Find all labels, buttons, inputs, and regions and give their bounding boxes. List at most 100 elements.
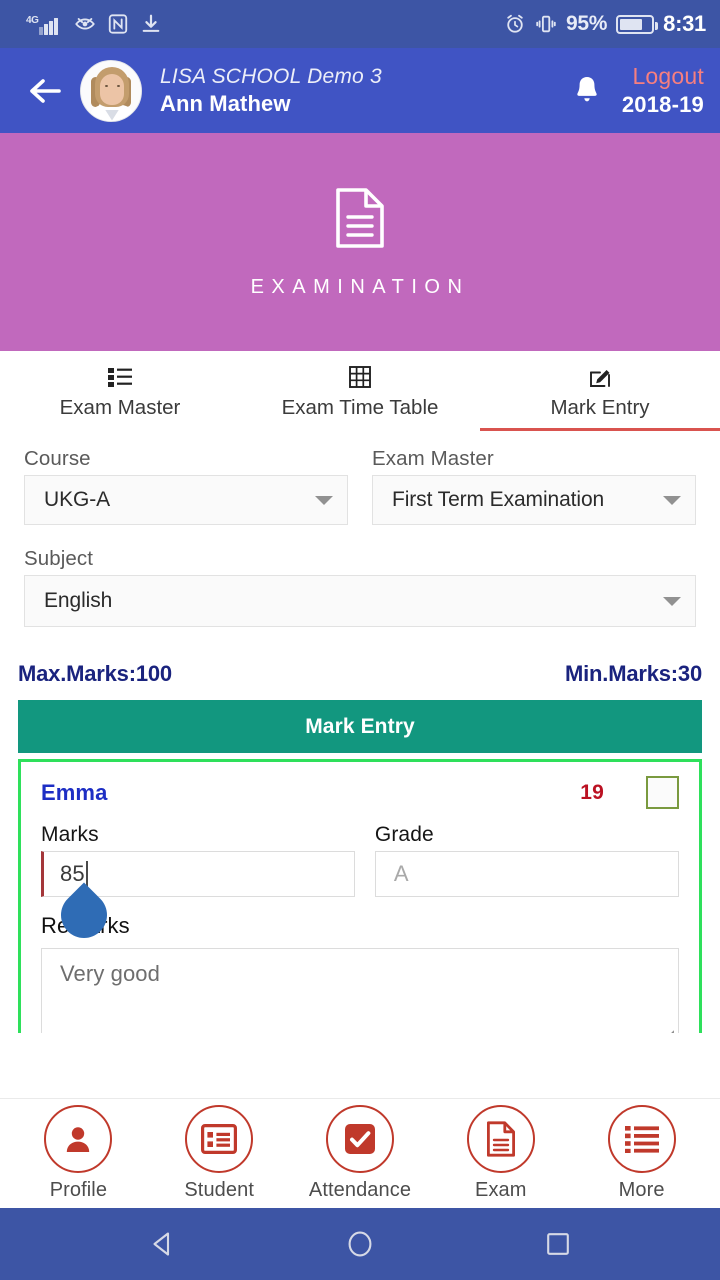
download-icon — [142, 14, 159, 32]
bottom-navigation: Profile Student Attendance Exam More — [0, 1098, 720, 1208]
back-arrow-icon — [30, 78, 61, 103]
android-back-button[interactable] — [142, 1224, 182, 1264]
status-bar: 4G 95% 8:31 — [0, 0, 720, 48]
list-lines-icon — [607, 1105, 676, 1173]
marks-label: Marks — [41, 823, 99, 846]
exam-master-label: Exam Master — [372, 447, 494, 470]
list-icon — [108, 366, 132, 388]
tab-mark-entry[interactable]: Mark Entry — [480, 351, 720, 431]
nav-item-attendance[interactable]: Attendance — [294, 1105, 426, 1202]
tab-label: Exam Master — [59, 396, 181, 419]
student-name: Emma — [41, 779, 108, 805]
nav-item-exam[interactable]: Exam — [435, 1105, 567, 1202]
student-card: Emma 19 Marks 85 Grade A Remarks Ve — [18, 759, 702, 1033]
tab-exam-time-table[interactable]: Exam Time Table — [240, 351, 480, 431]
header-right: Logout 2018-19 — [572, 63, 704, 118]
marks-grade-row: Marks 85 Grade A — [41, 823, 679, 948]
exam-master-field: Exam Master First Term Examination — [372, 447, 696, 525]
student-roll-number: 19 — [580, 780, 604, 804]
filter-form: Course UKG-A Exam Master First Term Exam… — [0, 431, 720, 627]
back-button[interactable] — [24, 69, 68, 113]
course-value: UKG-A — [44, 488, 111, 511]
student-select-checkbox[interactable] — [646, 776, 679, 809]
recents-square-icon — [547, 1233, 569, 1255]
marks-input[interactable]: 85 — [41, 851, 355, 948]
tab-bar: Exam Master Exam Time Table Mark Entry — [0, 351, 720, 431]
subject-field: Subject English — [24, 547, 696, 627]
document-icon — [336, 187, 384, 248]
marks-info-row: Max.Marks:100 Min.Marks:30 — [0, 661, 720, 687]
marks-field: Marks 85 — [41, 823, 355, 948]
page-title: EXAMINATION — [250, 275, 470, 298]
alarm-icon — [507, 14, 523, 33]
subject-label: Subject — [24, 547, 94, 570]
battery-icon — [616, 14, 659, 34]
page-banner: EXAMINATION — [0, 133, 720, 351]
logout-button[interactable]: Logout — [632, 63, 704, 90]
android-navigation-bar — [0, 1208, 720, 1280]
grade-field: Grade A — [374, 823, 679, 897]
min-marks-label: Min.Marks:30 — [565, 661, 702, 686]
subject-select[interactable]: English — [24, 575, 696, 627]
chevron-down-icon — [315, 495, 333, 505]
grade-label: Grade — [374, 823, 434, 846]
course-field: Course UKG-A — [24, 447, 348, 525]
remarks-label: Remarks — [41, 913, 679, 939]
eye-icon — [74, 18, 95, 30]
nav-item-profile[interactable]: Profile — [12, 1105, 144, 1202]
student-card-header: Emma 19 — [41, 776, 679, 809]
resize-handle-icon[interactable]: ◢ — [667, 1029, 675, 1034]
nav-label: Student — [184, 1179, 255, 1201]
remarks-input[interactable]: Very good ◢ — [41, 948, 679, 1033]
school-name: LISA SCHOOL Demo 3 — [160, 64, 382, 88]
home-circle-icon — [348, 1231, 372, 1257]
android-recents-button[interactable] — [538, 1224, 578, 1264]
mark-entry-section-title: Mark Entry — [305, 714, 415, 738]
document-icon — [466, 1105, 535, 1173]
edit-pencil-icon — [589, 366, 611, 388]
academic-year-label[interactable]: 2018-19 — [622, 92, 704, 118]
notification-bell-icon — [577, 76, 597, 101]
nav-item-student[interactable]: Student — [153, 1105, 285, 1202]
filter-row-1: Course UKG-A Exam Master First Term Exam… — [24, 447, 696, 525]
mark-entry-section-header: Mark Entry — [18, 700, 702, 753]
tab-label: Mark Entry — [550, 396, 650, 419]
vibrate-icon — [536, 15, 556, 33]
nav-label: Attendance — [308, 1179, 412, 1201]
header-account-block: Logout 2018-19 — [622, 63, 704, 118]
student-list: Emma 19 Marks 85 Grade A Remarks Ve — [18, 759, 702, 1033]
course-label: Course — [24, 447, 91, 470]
user-name: Ann Mathew — [160, 90, 291, 116]
table-grid-icon — [349, 366, 371, 388]
exam-master-value: First Term Examination — [392, 488, 605, 511]
nav-label: Profile — [49, 1179, 108, 1201]
subject-value: English — [44, 589, 113, 612]
network-type-label: 4G — [26, 15, 39, 26]
status-bar-left: 4G — [26, 13, 162, 35]
tab-exam-master[interactable]: Exam Master — [0, 351, 240, 431]
max-marks-label: Max.Marks:100 — [18, 661, 172, 686]
remarks-value: Very good — [60, 961, 160, 986]
nav-label: Exam — [475, 1179, 527, 1201]
clock-label: 8:31 — [663, 11, 706, 36]
chevron-down-icon — [663, 596, 681, 606]
chevron-down-icon — [663, 495, 681, 505]
avatar[interactable] — [80, 59, 142, 122]
nav-label: More — [618, 1179, 665, 1201]
exam-master-select[interactable]: First Term Examination — [372, 475, 696, 525]
back-triangle-icon — [153, 1232, 170, 1256]
app-header: LISA SCHOOL Demo 3 Ann Mathew Logout 201… — [0, 48, 720, 133]
notification-button[interactable] — [572, 74, 602, 108]
grade-placeholder: A — [393, 861, 409, 886]
android-home-button[interactable] — [340, 1224, 380, 1264]
status-bar-right: 95% 8:31 — [504, 11, 706, 37]
tab-label: Exam Time Table — [281, 396, 439, 419]
nav-item-more[interactable]: More — [576, 1105, 708, 1202]
nfc-icon — [108, 14, 127, 34]
marks-value: 85 — [60, 861, 85, 886]
person-icon — [44, 1105, 113, 1173]
grade-input[interactable]: A — [374, 851, 679, 897]
student-card-icon — [185, 1105, 254, 1173]
course-select[interactable]: UKG-A — [24, 475, 348, 525]
battery-percent-label: 95% — [566, 12, 608, 35]
